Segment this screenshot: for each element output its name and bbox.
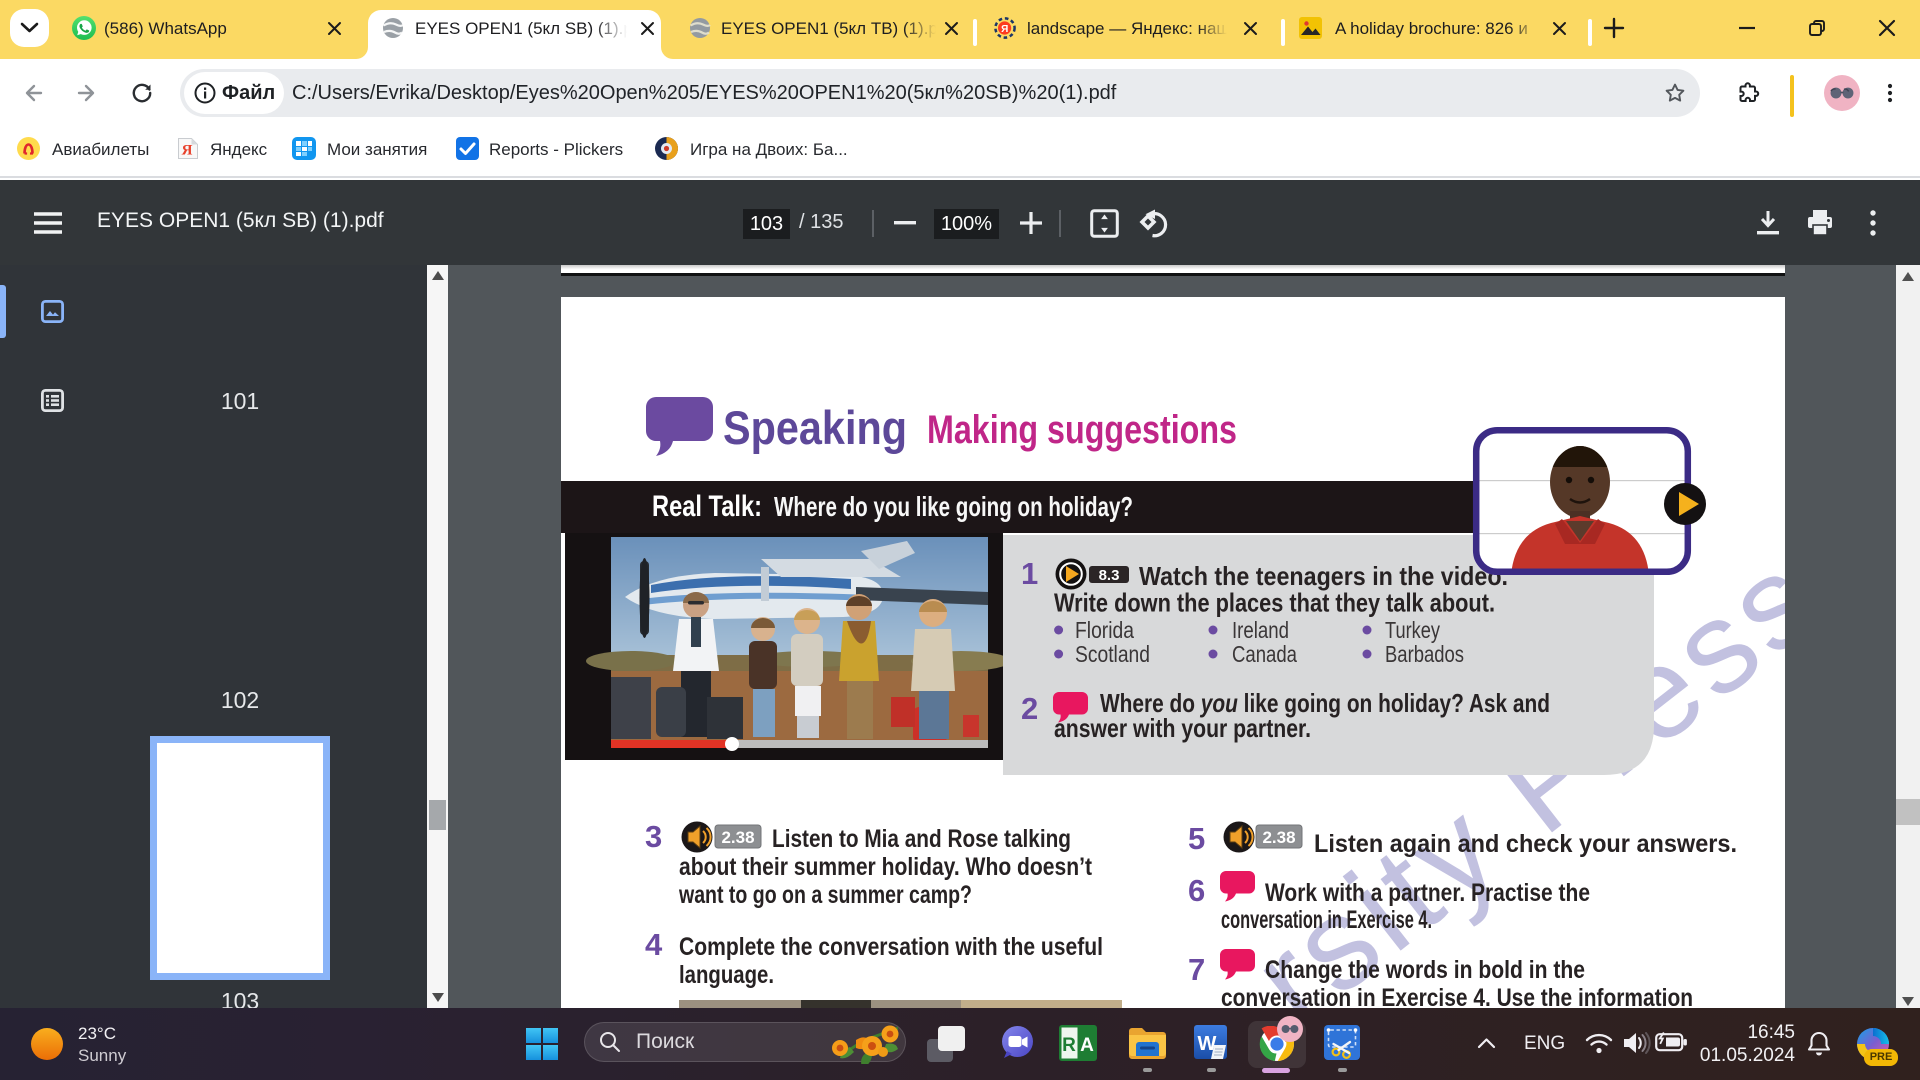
svg-text:3: 3 <box>645 819 662 854</box>
svg-text:Listen again and check your an: Listen again and check your answers. <box>1314 830 1737 858</box>
svg-text:5: 5 <box>1188 821 1205 856</box>
svg-text:Complete the conversation with: Complete the conversation with the usefu… <box>679 933 1103 961</box>
svg-text:Я: Я <box>1001 24 1008 35</box>
svg-text:about their summer holiday. Wh: about their summer holiday. Who doesn’t <box>679 853 1093 881</box>
svg-text:language.: language. <box>679 961 774 989</box>
svg-text:Where do you like going on hol: Where do you like going on holiday? <box>774 491 1133 522</box>
svg-text:8.3: 8.3 <box>1099 567 1120 584</box>
svg-text:Turkey: Turkey <box>1385 617 1440 643</box>
svg-text:conversation in Exercise 4.: conversation in Exercise 4. <box>1221 906 1432 934</box>
svg-text:Watch the teenagers in the vid: Watch the teenagers in the video. <box>1139 561 1508 591</box>
svg-text:Change the words in bold in th: Change the words in bold in the <box>1265 956 1585 984</box>
svg-text:W: W <box>1198 1033 1217 1055</box>
svg-text:Florida: Florida <box>1075 617 1134 643</box>
svg-text:want to go on a summer camp?: want to go on a summer camp? <box>678 881 972 909</box>
svg-text:Speaking: Speaking <box>723 401 907 454</box>
svg-text:2: 2 <box>1021 691 1038 726</box>
svg-text:Barbados: Barbados <box>1385 641 1464 667</box>
svg-text:2.38: 2.38 <box>721 828 754 847</box>
svg-text:R: R <box>1062 1035 1076 1056</box>
svg-text:1: 1 <box>1021 556 1038 591</box>
svg-text:conversation in Exercise 4. Us: conversation in Exercise 4. Use the info… <box>1221 984 1693 1008</box>
svg-text:A: A <box>1080 1035 1094 1056</box>
svg-text:Listen to Mia and Rose talking: Listen to Mia and Rose talking <box>772 825 1071 853</box>
svg-text:2.38: 2.38 <box>1262 828 1295 847</box>
svg-text:Write down the places that the: Write down the places that they talk abo… <box>1054 588 1495 618</box>
svg-text:4: 4 <box>645 927 663 962</box>
svg-text:Ireland: Ireland <box>1232 617 1289 643</box>
svg-text:6: 6 <box>1188 873 1205 908</box>
svg-text:Scotland: Scotland <box>1075 641 1150 667</box>
svg-text:7: 7 <box>1188 952 1205 987</box>
svg-text:Work with a partner. Practise: Work with a partner. Practise the <box>1265 879 1590 907</box>
svg-text:Я: Я <box>182 143 193 159</box>
svg-text:Making suggestions: Making suggestions <box>927 408 1237 452</box>
svg-text:Real Talk:: Real Talk: <box>652 490 762 523</box>
svg-text:answer with your partner.: answer with your partner. <box>1054 713 1311 743</box>
svg-text:Canada: Canada <box>1232 641 1297 667</box>
